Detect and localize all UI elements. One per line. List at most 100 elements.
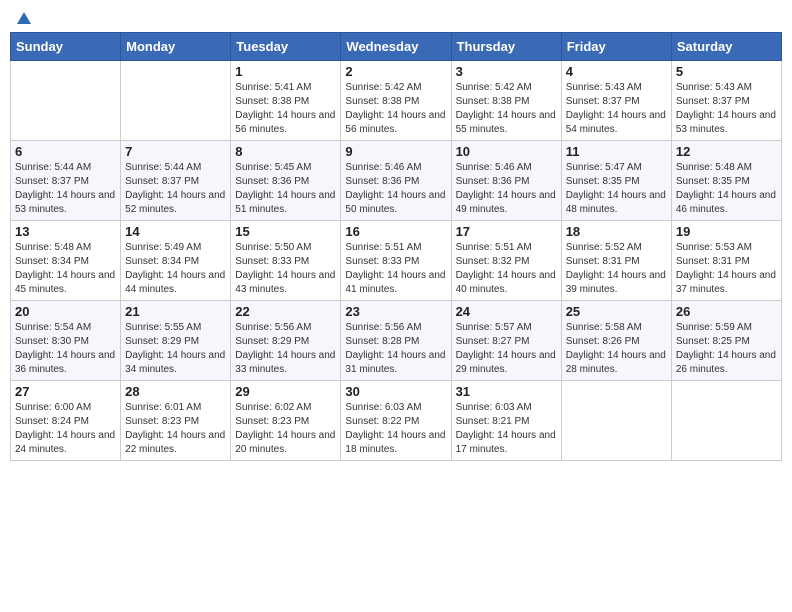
day-number: 31 xyxy=(456,384,557,399)
calendar-cell: 10 Sunrise: 5:46 AMSunset: 8:36 PMDayligh… xyxy=(451,141,561,221)
calendar-cell: 20Sunrise: 5:54 AMSunset: 8:30 PMDayligh… xyxy=(11,301,121,381)
day-info: Sunrise: 5:58 AMSunset: 8:26 PMDaylight:… xyxy=(566,321,667,377)
day-number: 1 xyxy=(235,64,336,79)
day-info: Sunrise: 5:50 AMSunset: 8:33 PMDaylight:… xyxy=(235,241,336,297)
day-info: Sunrise: 5:45 AMSunset: 8:36 PMDaylight:… xyxy=(235,161,336,217)
day-info: Sunrise: 5:51 AMSunset: 8:33 PMDaylight:… xyxy=(345,241,446,297)
day-number: 5 xyxy=(676,64,777,79)
day-number: 16 xyxy=(345,224,446,239)
calendar-cell xyxy=(561,381,671,461)
calendar-table: SundayMondayTuesdayWednesdayThursdayFrid… xyxy=(10,32,782,461)
column-header-monday: Monday xyxy=(121,33,231,61)
calendar-cell xyxy=(11,61,121,141)
day-number: 15 xyxy=(235,224,336,239)
calendar-cell: 19 Sunrise: 5:53 AMSunset: 8:31 PMDayligh… xyxy=(671,221,781,301)
day-number: 17 xyxy=(456,224,557,239)
day-info: Sunrise: 5:46 AMSunset: 8:36 PMDaylight:… xyxy=(456,161,557,217)
calendar-cell: 5 Sunrise: 5:43 AMSunset: 8:37 PMDaylight… xyxy=(671,61,781,141)
day-info: Sunrise: 5:51 AMSunset: 8:32 PMDaylight:… xyxy=(456,241,557,297)
calendar-cell: 15 Sunrise: 5:50 AMSunset: 8:33 PMDayligh… xyxy=(231,221,341,301)
day-number: 13 xyxy=(15,224,116,239)
day-number: 19 xyxy=(676,224,777,239)
calendar-cell: 3 Sunrise: 5:42 AMSunset: 8:38 PMDaylight… xyxy=(451,61,561,141)
calendar-header-row: SundayMondayTuesdayWednesdayThursdayFrid… xyxy=(11,33,782,61)
day-number: 29 xyxy=(235,384,336,399)
day-number: 22 xyxy=(235,304,336,319)
day-number: 7 xyxy=(125,144,226,159)
day-number: 21 xyxy=(125,304,226,319)
calendar-cell: 17 Sunrise: 5:51 AMSunset: 8:32 PMDayligh… xyxy=(451,221,561,301)
day-info: Sunrise: 5:59 AMSunset: 8:25 PMDaylight:… xyxy=(676,321,777,377)
day-number: 4 xyxy=(566,64,667,79)
column-header-wednesday: Wednesday xyxy=(341,33,451,61)
calendar-cell xyxy=(671,381,781,461)
day-info: Sunrise: 5:42 AMSunset: 8:38 PMDaylight:… xyxy=(345,81,446,137)
day-info: Sunrise: 6:01 AMSunset: 8:23 PMDaylight:… xyxy=(125,401,226,457)
calendar-cell xyxy=(121,61,231,141)
logo-icon xyxy=(15,10,33,28)
day-info: Sunrise: 5:48 AMSunset: 8:34 PMDaylight:… xyxy=(15,241,116,297)
day-info: Sunrise: 5:43 AMSunset: 8:37 PMDaylight:… xyxy=(676,81,777,137)
calendar-cell: 16 Sunrise: 5:51 AMSunset: 8:33 PMDayligh… xyxy=(341,221,451,301)
calendar-week-row: 20Sunrise: 5:54 AMSunset: 8:30 PMDayligh… xyxy=(11,301,782,381)
day-info: Sunrise: 6:00 AMSunset: 8:24 PMDaylight:… xyxy=(15,401,116,457)
calendar-cell: 11 Sunrise: 5:47 AMSunset: 8:35 PMDayligh… xyxy=(561,141,671,221)
calendar-cell: 7 Sunrise: 5:44 AMSunset: 8:37 PMDaylight… xyxy=(121,141,231,221)
day-info: Sunrise: 5:44 AMSunset: 8:37 PMDaylight:… xyxy=(125,161,226,217)
calendar-cell: 27Sunrise: 6:00 AMSunset: 8:24 PMDayligh… xyxy=(11,381,121,461)
day-number: 9 xyxy=(345,144,446,159)
day-info: Sunrise: 5:53 AMSunset: 8:31 PMDaylight:… xyxy=(676,241,777,297)
day-number: 11 xyxy=(566,144,667,159)
column-header-sunday: Sunday xyxy=(11,33,121,61)
calendar-cell: 30Sunrise: 6:03 AMSunset: 8:22 PMDayligh… xyxy=(341,381,451,461)
column-header-friday: Friday xyxy=(561,33,671,61)
day-number: 24 xyxy=(456,304,557,319)
calendar-cell: 6Sunrise: 5:44 AMSunset: 8:37 PMDaylight… xyxy=(11,141,121,221)
calendar-cell: 29Sunrise: 6:02 AMSunset: 8:23 PMDayligh… xyxy=(231,381,341,461)
day-number: 12 xyxy=(676,144,777,159)
calendar-cell: 13 Sunrise: 5:48 AMSunset: 8:34 PMDayligh… xyxy=(11,221,121,301)
calendar-cell: 18 Sunrise: 5:52 AMSunset: 8:31 PMDayligh… xyxy=(561,221,671,301)
day-info: Sunrise: 5:47 AMSunset: 8:35 PMDaylight:… xyxy=(566,161,667,217)
calendar-cell: 8Sunrise: 5:45 AMSunset: 8:36 PMDaylight… xyxy=(231,141,341,221)
calendar-cell: 26 Sunrise: 5:59 AMSunset: 8:25 PMDayligh… xyxy=(671,301,781,381)
calendar-cell: 2 Sunrise: 5:42 AMSunset: 8:38 PMDaylight… xyxy=(341,61,451,141)
day-info: Sunrise: 5:46 AMSunset: 8:36 PMDaylight:… xyxy=(345,161,446,217)
day-number: 25 xyxy=(566,304,667,319)
calendar-cell: 1 Sunrise: 5:41 AMSunset: 8:38 PMDaylight… xyxy=(231,61,341,141)
calendar-cell: 12 Sunrise: 5:48 AMSunset: 8:35 PMDayligh… xyxy=(671,141,781,221)
day-number: 2 xyxy=(345,64,446,79)
calendar-week-row: 6 Sunrise: 5:44 AMSunset: 8:37 PMDaylight… xyxy=(11,141,782,221)
day-number: 14 xyxy=(125,224,226,239)
calendar-cell: 21 Sunrise: 5:55 AMSunset: 8:29 PMDayligh… xyxy=(121,301,231,381)
calendar-cell: 9 Sunrise: 5:46 AMSunset: 8:36 PMDaylight… xyxy=(341,141,451,221)
calendar-cell: 28Sunrise: 6:01 AMSunset: 8:23 PMDayligh… xyxy=(121,381,231,461)
calendar-cell: 25 Sunrise: 5:58 AMSunset: 8:26 PMDayligh… xyxy=(561,301,671,381)
calendar-cell: 23 Sunrise: 5:56 AMSunset: 8:28 PMDayligh… xyxy=(341,301,451,381)
day-info: Sunrise: 5:48 AMSunset: 8:35 PMDaylight:… xyxy=(676,161,777,217)
day-info: Sunrise: 5:56 AMSunset: 8:28 PMDaylight:… xyxy=(345,321,446,377)
day-number: 18 xyxy=(566,224,667,239)
day-info: Sunrise: 5:41 AMSunset: 8:38 PMDaylight:… xyxy=(235,81,336,137)
calendar-week-row: 27Sunrise: 6:00 AMSunset: 8:24 PMDayligh… xyxy=(11,381,782,461)
column-header-tuesday: Tuesday xyxy=(231,33,341,61)
column-header-thursday: Thursday xyxy=(451,33,561,61)
day-info: Sunrise: 5:49 AMSunset: 8:34 PMDaylight:… xyxy=(125,241,226,297)
day-info: Sunrise: 6:03 AMSunset: 8:22 PMDaylight:… xyxy=(345,401,446,457)
day-info: Sunrise: 5:52 AMSunset: 8:31 PMDaylight:… xyxy=(566,241,667,297)
day-info: Sunrise: 5:43 AMSunset: 8:37 PMDaylight:… xyxy=(566,81,667,137)
day-number: 20 xyxy=(15,304,116,319)
day-number: 6 xyxy=(15,144,116,159)
day-info: Sunrise: 5:56 AMSunset: 8:29 PMDaylight:… xyxy=(235,321,336,377)
day-number: 3 xyxy=(456,64,557,79)
day-number: 10 xyxy=(456,144,557,159)
day-number: 23 xyxy=(345,304,446,319)
page-header xyxy=(10,10,782,24)
day-info: Sunrise: 5:42 AMSunset: 8:38 PMDaylight:… xyxy=(456,81,557,137)
calendar-cell: 4 Sunrise: 5:43 AMSunset: 8:37 PMDaylight… xyxy=(561,61,671,141)
day-number: 26 xyxy=(676,304,777,319)
calendar-cell: 31Sunrise: 6:03 AMSunset: 8:21 PMDayligh… xyxy=(451,381,561,461)
calendar-cell: 24Sunrise: 5:57 AMSunset: 8:27 PMDayligh… xyxy=(451,301,561,381)
calendar-week-row: 1 Sunrise: 5:41 AMSunset: 8:38 PMDaylight… xyxy=(11,61,782,141)
day-info: Sunrise: 5:55 AMSunset: 8:29 PMDaylight:… xyxy=(125,321,226,377)
